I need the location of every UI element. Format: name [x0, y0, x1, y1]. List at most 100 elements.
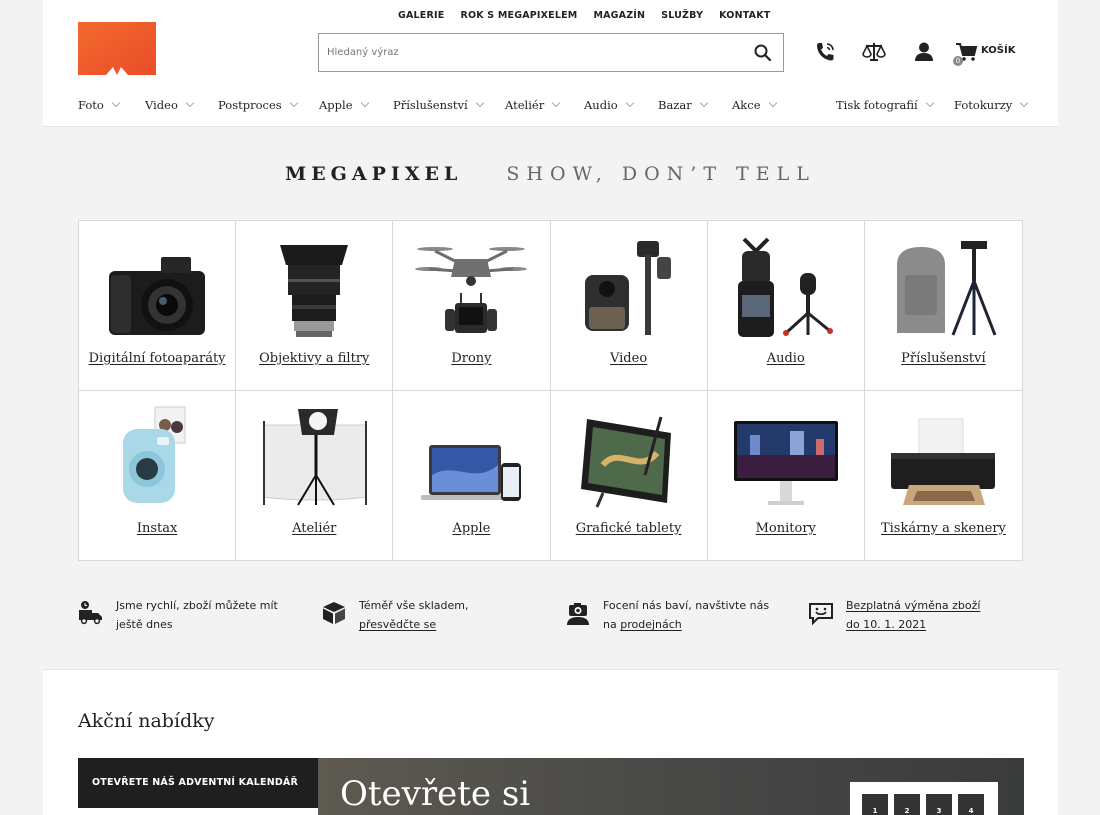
lens-icon	[280, 245, 349, 337]
camera-icon	[109, 257, 205, 335]
tile-video[interactable]: Video	[550, 221, 708, 391]
video-camera-icon	[584, 241, 671, 335]
tile-label[interactable]: Drony	[393, 351, 549, 366]
topnav-magazin[interactable]: MAGAZÍN	[585, 10, 653, 21]
usp-features: Jsme rychlí, zboží můžete mít ještě dnes …	[78, 596, 1023, 636]
tile-apple[interactable]: Apple	[393, 390, 551, 560]
tile-drony[interactable]: Drony	[393, 221, 551, 391]
tile-label[interactable]: Grafické tablety	[551, 521, 707, 536]
tagline: MEGAPIXEL SHOW, DON’T TELL	[43, 163, 1058, 185]
chevron-down-icon	[475, 98, 484, 108]
compare-scales-icon[interactable]	[862, 40, 886, 64]
tile-label[interactable]: Instax	[79, 521, 235, 536]
nav-bazar[interactable]: Bazar	[658, 98, 708, 112]
tagline-slogan: SHOW, DON’T TELL	[506, 163, 816, 185]
user-icon[interactable]	[912, 40, 936, 64]
tile-label[interactable]: Apple	[393, 521, 549, 536]
photographer-icon	[567, 603, 589, 625]
cart-count-badge: 0	[953, 56, 963, 66]
cart-label[interactable]: KOŠÍK	[981, 45, 1015, 56]
nav-prislusenstvi[interactable]: Příslušenství	[393, 98, 484, 112]
chevron-down-icon	[289, 98, 298, 108]
feature-text: na	[603, 618, 621, 631]
nav-apple[interactable]: Apple	[319, 98, 369, 112]
top-nav: GALERIE ROK S MEGAPIXELEM MAGAZÍN SLUŽBY…	[390, 10, 778, 21]
calendar-day: 2	[894, 794, 920, 815]
topnav-sluzby[interactable]: SLUŽBY	[653, 10, 711, 21]
printer-icon	[890, 418, 995, 505]
feature-text: Jsme rychlí, zboží můžete mít	[116, 599, 278, 612]
calendar-day: 4	[958, 794, 984, 815]
tile-objektivy-a-filtry[interactable]: Objektivy a filtry	[236, 221, 394, 391]
topnav-rok-s-megapixelem[interactable]: ROK S MEGAPIXELEM	[452, 10, 585, 21]
tile-instax[interactable]: Instax	[79, 390, 237, 560]
chevron-down-icon	[1020, 98, 1029, 108]
feature-link-presvedcte-se[interactable]: přesvědčte se	[359, 618, 436, 631]
chevron-down-icon	[551, 98, 561, 108]
tile-graficke-tablety[interactable]: Grafické tablety	[551, 390, 708, 560]
audio-recorder-icon	[737, 237, 833, 337]
feature-text: Focení nás baví, navštivte nás	[603, 599, 770, 612]
tile-audio[interactable]: Audio	[707, 221, 865, 391]
calendar-day: 3	[926, 794, 952, 815]
section-title-offers: Akční nabídky	[78, 710, 215, 732]
chevron-down-icon	[925, 98, 934, 108]
tile-label[interactable]: Tiskárny a skenery	[865, 521, 1022, 536]
section-divider	[43, 669, 1058, 670]
promo-banner[interactable]: Otevřete si 1 2 3 4	[318, 758, 1024, 815]
chevron-down-icon	[699, 98, 708, 108]
tile-tiskarny-a-skenery[interactable]: Tiskárny a skenery	[865, 391, 1022, 561]
studio-light-icon	[263, 408, 368, 506]
advent-calendar-tab[interactable]: OTEVŘETE NÁŠ ADVENTNÍ KALENDÁŘ	[78, 758, 318, 808]
calendar-day: 1	[862, 794, 888, 815]
smile-chat-icon	[809, 603, 833, 626]
instax-camera-icon	[123, 406, 186, 503]
bag-tripod-icon	[896, 241, 997, 336]
category-tiles: Digitální fotoaparáty Objektivy a filtry	[78, 220, 1023, 561]
banner-heading: Otevřete si	[340, 774, 531, 814]
tile-label[interactable]: Ateliér	[236, 521, 392, 536]
tile-monitory[interactable]: Monitory	[708, 390, 865, 560]
tile-label[interactable]: Audio	[708, 351, 864, 366]
tile-prislusenstvi[interactable]: Příslušenství	[864, 221, 1022, 391]
chevron-down-icon	[360, 98, 369, 108]
nav-video[interactable]: Video	[145, 98, 195, 112]
drone-icon	[415, 247, 528, 333]
nav-fotokurzy[interactable]: Fotokurzy	[954, 98, 1029, 112]
page: GALERIE ROK S MEGAPIXELEM MAGAZÍN SLUŽBY…	[43, 0, 1058, 815]
chevron-down-icon	[111, 98, 121, 108]
topnav-kontakt[interactable]: KONTAKT	[711, 10, 778, 21]
nav-atelier[interactable]: Ateliér	[505, 98, 561, 112]
feature-link-date[interactable]: do 10. 1. 2021	[846, 618, 926, 631]
nav-akce[interactable]: Akce	[732, 98, 777, 112]
advent-calendar-preview: 1 2 3 4	[850, 782, 998, 815]
tile-label[interactable]: Digitální fotoaparáty	[79, 351, 235, 366]
chevron-down-icon	[768, 98, 777, 108]
chevron-down-icon	[185, 98, 195, 108]
tile-atelier[interactable]: Ateliér	[236, 390, 394, 560]
search-input[interactable]	[319, 34, 739, 71]
box-icon	[323, 602, 345, 624]
phone-icon[interactable]	[813, 40, 837, 64]
category-nav: Foto Video Postproces Apple Příslušenstv…	[78, 98, 1029, 114]
tile-label[interactable]: Monitory	[708, 521, 864, 536]
tile-label[interactable]: Video	[551, 351, 707, 366]
laptop-phone-icon	[421, 444, 522, 501]
chevron-down-icon	[625, 98, 634, 108]
megapixel-logo[interactable]	[78, 22, 156, 75]
tagline-brand: MEGAPIXEL	[285, 163, 463, 185]
nav-tisk-fotografii[interactable]: Tisk fotografií	[836, 98, 934, 112]
nav-audio[interactable]: Audio	[584, 98, 634, 112]
tile-label[interactable]: Příslušenství	[865, 351, 1022, 366]
nav-foto[interactable]: Foto	[78, 98, 121, 112]
feature-text: Téměř vše skladem,	[359, 599, 469, 612]
feature-link-bezplatna-vymena[interactable]: Bezplatná výměna zboží	[846, 599, 980, 612]
search-icon[interactable]	[753, 43, 773, 63]
search-box	[318, 33, 784, 72]
drawing-tablet-icon	[580, 416, 671, 508]
tile-digitalni-fotoaparaty[interactable]: Digitální fotoaparáty	[79, 221, 237, 391]
topnav-galerie[interactable]: GALERIE	[390, 10, 452, 21]
nav-postproces[interactable]: Postproces	[218, 98, 298, 112]
tile-label[interactable]: Objektivy a filtry	[236, 351, 392, 366]
feature-link-prodejnach[interactable]: prodejnách	[620, 618, 682, 631]
